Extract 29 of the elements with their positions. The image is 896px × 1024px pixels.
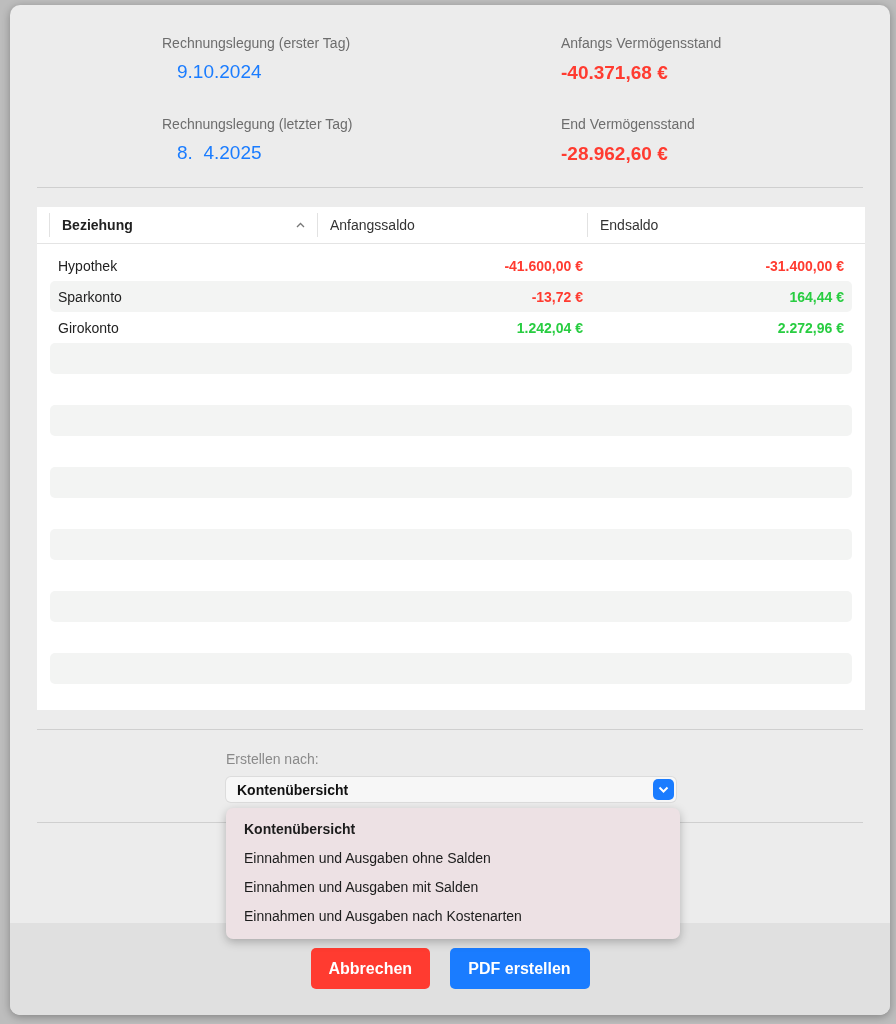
column-header[interactable]: Endsaldo (587, 213, 865, 237)
menu-option[interactable]: Einnahmen und Ausgaben ohne Salden (226, 844, 680, 873)
report-type-select[interactable]: Kontenübersicht (226, 777, 676, 802)
summary-label: Anfangs Vermögensstand (561, 34, 722, 52)
summary-value: -40.371,68 € (561, 61, 668, 85)
table-cell-text: Sparkonto (57, 288, 123, 305)
column-header[interactable]: Beziehung (49, 213, 317, 237)
table-cell-text: 2.272,96 € (776, 319, 845, 336)
summary-label: End Vermögensstand (561, 115, 695, 133)
table-cell-text: 164,44 € (788, 288, 845, 305)
table-cell-text: -13,72 € (530, 288, 583, 305)
summary-value: 8. 4.2025 (177, 141, 262, 165)
table-cell-text: -41.600,00 € (503, 257, 583, 274)
table-cell-text: Girokonto (57, 319, 120, 336)
table-cell-text: -31.400,00 € (764, 257, 845, 274)
create-pdf-button[interactable]: PDF erstellen (449, 948, 590, 989)
summary-label: Rechnungslegung (letzter Tag) (162, 115, 353, 133)
table-cell-text: Hypothek (57, 257, 119, 274)
summary-value: 9.10.2024 (177, 60, 262, 84)
summary-label: Rechnungslegung (erster Tag) (162, 34, 351, 52)
menu-option[interactable]: Einnahmen und Ausgaben mit Salden (226, 873, 680, 902)
column-header[interactable]: Anfangssaldo (317, 213, 587, 237)
summary-value: -28.962,60 € (561, 142, 668, 166)
cancel-button[interactable]: Abbrechen (310, 948, 430, 989)
table-cell-text: 1.242,04 € (515, 319, 583, 336)
create-by-label: Erstellen nach: (226, 750, 320, 768)
chevron-down-icon (653, 779, 674, 800)
menu-option[interactable]: Kontenübersicht (226, 815, 680, 844)
menu-option[interactable]: Einnahmen und Ausgaben nach Kostenarten (226, 902, 680, 931)
